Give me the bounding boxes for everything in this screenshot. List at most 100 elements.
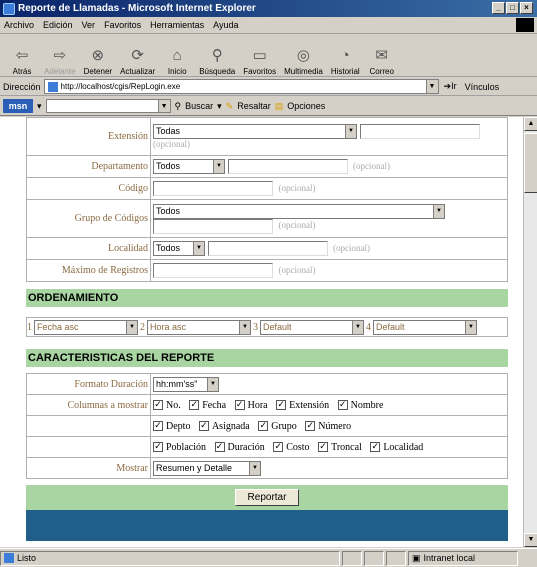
back-arrow-icon: ⇦ [15,47,29,64]
address-bar: Dirección http://localhost/cgis/RepLogin… [0,78,537,96]
msn-dropdown-arrow[interactable]: ▾ [37,101,42,112]
page-icon [47,81,58,92]
home-icon: ⌂ [172,46,182,64]
column-troncal-checkbox[interactable]: ✓ Troncal [318,442,362,453]
stop-button[interactable]: ⊗ Detener [80,36,116,76]
report-section-header: CARACTERISTICAS DEL REPORTE [26,349,508,367]
column-localidad-checkbox[interactable]: ✓ Localidad [370,442,423,453]
scroll-up-button[interactable]: ▲ [524,117,537,131]
column-grupo-checkbox[interactable]: ✓ Grupo [258,421,297,432]
forward-button[interactable]: ⇨ Adelante [40,36,80,76]
options-button[interactable]: Opciones [287,101,325,111]
chevron-down-icon: ▼ [465,320,476,334]
sort-1-select[interactable]: Fecha asc ▼ [34,319,138,335]
column-numero-checkbox[interactable]: ✓ Número [305,421,351,432]
close-button[interactable]: × [520,2,533,14]
checkmark-icon: ✓ [305,421,316,432]
sorting-row: 1 Fecha asc ▼ 2 Hora asc ▼ 3 Default ▼ 4 De… [26,317,508,337]
search-icon: ⚲ [211,47,223,64]
column-duracion-checkbox[interactable]: ✓ Duración [214,442,265,453]
sort-1-number: 1 [27,321,32,333]
chevron-down-icon: ▾ [217,100,222,111]
extension-select[interactable]: Todas ▼ [153,123,357,139]
msn-search-button[interactable]: Buscar [185,101,213,111]
links-label[interactable]: Vínculos [465,82,500,92]
msn-search-input[interactable]: ▼ [45,99,171,113]
options-icon: ▤ [274,100,284,111]
checkmark-icon: ✓ [258,421,269,432]
chevron-down-icon: ▼ [345,124,356,138]
extension-optional: (opcional) [153,138,190,149]
column-asignada-checkbox[interactable]: ✓ Asignada [198,421,250,432]
home-button[interactable]: ⌂ Inicio [159,36,195,77]
scroll-down-button[interactable]: ▼ [524,533,537,547]
checkmark-icon: ✓ [153,400,163,411]
highlight-button[interactable]: Resaltar [237,101,271,111]
column-nombre-checkbox[interactable]: ✓ Nombre [337,400,383,411]
vertical-scrollbar[interactable]: ▲ ▼ [523,117,537,547]
max-records-input[interactable] [153,263,273,278]
menu-ayuda[interactable]: Ayuda [213,20,238,30]
refresh-button[interactable]: ⟳ Actualizar [116,36,159,76]
column-poblacion-checkbox[interactable]: ✓ Población [153,442,206,453]
address-input[interactable]: http://localhost/cgis/RepLogin.exe ▼ [43,79,439,94]
column-costo-checkbox[interactable]: ✓ Costo [273,442,310,453]
code-group-input[interactable] [153,218,273,234]
code-label: Código [26,177,151,200]
msn-logo-button[interactable]: msn [3,99,33,113]
code-group-select[interactable]: Todos ▼ [153,203,445,219]
submit-row: Reportar [26,485,508,510]
multimedia-button[interactable]: ◎ Multimedia [280,36,327,76]
code-input[interactable] [153,181,273,196]
minimize-button[interactable]: _ [492,2,505,14]
column-hora-checkbox[interactable]: ✓ Hora [234,400,268,411]
back-button[interactable]: ⇦ Atrás [4,36,40,76]
sort-2-select[interactable]: Hora asc ▼ [147,319,251,335]
stop-icon: ⊗ [91,47,105,64]
sort-4-select[interactable]: Default ▼ [373,319,477,335]
search-button[interactable]: ⚲ Búsqueda [195,36,239,76]
max-records-label: Máximo de Registros [26,259,151,282]
multimedia-icon: ◎ [296,47,311,64]
column-fecha-checkbox[interactable]: ✓ Fecha [189,400,226,411]
checkmark-icon: ✓ [273,442,284,453]
address-dropdown-arrow[interactable]: ▼ [425,80,438,93]
locality-input[interactable] [207,241,328,256]
show-select[interactable]: Resumen y Detalle ▼ [153,460,261,476]
menu-herramientas[interactable]: Herramientas [150,20,204,30]
intranet-zone-icon: ▣ [412,552,421,563]
locality-select[interactable]: Todos ▼ [153,241,205,256]
menu-favoritos[interactable]: Favoritos [104,20,141,30]
duration-format-select[interactable]: hh:mm'ss" ▼ [153,376,219,392]
ie-icon [3,2,15,15]
chevron-down-icon: ▼ [239,320,250,334]
department-input[interactable] [227,159,348,174]
extension-label: Extensión [26,117,151,156]
history-icon: ◔ [340,46,350,64]
history-button[interactable]: ◔ Historial [327,36,364,77]
menu-archivo[interactable]: Archivo [4,20,34,30]
column-extension-checkbox[interactable]: ✓ Extensión [276,400,329,411]
department-label: Departamento [26,155,151,178]
search-dropdown-arrow[interactable]: ▼ [157,100,170,112]
column-depto-checkbox[interactable]: ✓ Depto [153,421,190,432]
search-magnifier-icon: ⚲ [174,100,182,111]
sort-3-select[interactable]: Default ▼ [260,319,364,335]
favorites-button[interactable]: ▭ Favoritos [239,36,280,76]
checkmark-icon: ✓ [198,421,209,432]
chevron-down-icon: ▼ [126,320,137,334]
menu-edicion[interactable]: Edición [43,20,73,30]
security-zone-cell: ▣ Intranet local [408,550,518,566]
report-button[interactable]: Reportar [234,489,300,506]
scroll-thumb[interactable] [524,133,537,193]
msn-toolbar: msn ▾ ▼ ⚲ Buscar ▾ ✎ Resaltar ▤ Opciones [0,97,537,116]
chevron-down-icon: ▼ [207,377,218,391]
department-select[interactable]: Todos ▼ [153,159,225,174]
window-title: Reporte de Llamadas - Microsoft Internet… [18,3,256,14]
maximize-button[interactable]: □ [506,2,519,14]
column-no-checkbox[interactable]: ✓ No. [153,400,181,411]
mail-button[interactable]: ✉ Correo [364,36,400,76]
go-button[interactable]: ➔Ir [444,81,457,92]
extension-input[interactable] [359,123,480,139]
menu-ver[interactable]: Ver [82,20,96,30]
